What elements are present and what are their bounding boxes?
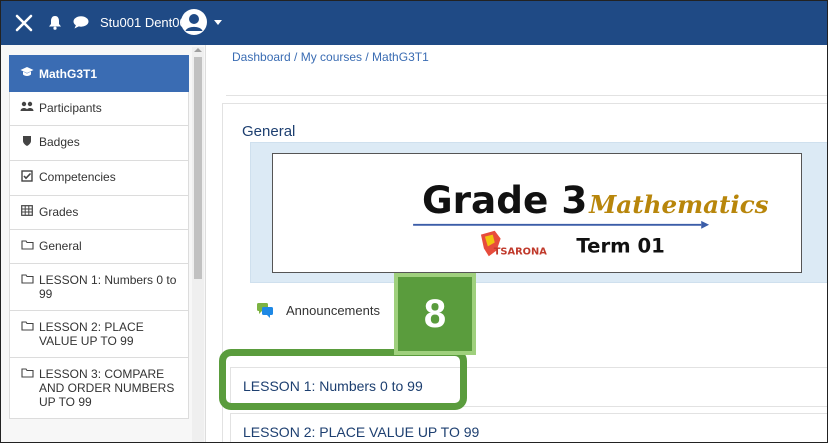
divider <box>226 95 827 96</box>
sidebar-nav: MathG3T1 Participants Badges Competencie… <box>9 55 189 419</box>
lesson-2-section[interactable]: LESSON 2: PLACE VALUE UP TO 99 <box>230 413 827 442</box>
screen: Stu001 Dent001 MathG3T1 Participants Bad… <box>0 0 828 443</box>
sidebar-item-label: LESSON 2: PLACE VALUE UP TO 99 <box>39 320 144 348</box>
sidebar-item-label: Grades <box>39 205 79 219</box>
sidebar-item-label: Participants <box>39 101 102 115</box>
bell-icon[interactable] <box>48 15 62 30</box>
announcements-label: Announcements <box>286 302 380 318</box>
sidebar-item-label: Competencies <box>39 170 116 184</box>
sidebar-item-label: LESSON 3: COMPARE AND ORDER NUMBERS UP T… <box>39 367 175 409</box>
caret-down-icon[interactable] <box>214 20 222 25</box>
section-title: General <box>242 123 296 140</box>
step-number: 8 <box>423 291 447 336</box>
sidebar-item-lesson-2[interactable]: LESSON 2: PLACE VALUE UP TO 99 <box>9 311 189 358</box>
announcements-link[interactable]: Announcements <box>256 301 380 319</box>
table-icon <box>20 205 34 220</box>
breadcrumb[interactable]: Dashboard / My courses / MathG3T1 <box>232 50 429 64</box>
sidebar-item-label: Badges <box>39 135 80 149</box>
folder-icon <box>20 239 34 254</box>
folder-icon <box>20 367 34 382</box>
lesson-title[interactable]: LESSON 2: PLACE VALUE UP TO 99 <box>243 424 479 440</box>
sidebar-item-lesson-1[interactable]: LESSON 1: Numbers 0 to 99 <box>9 264 189 311</box>
logo-text: TSARONA <box>494 246 548 257</box>
sidebar-item-grades[interactable]: Grades <box>9 196 189 230</box>
tsarona-logo: TSARONA <box>480 230 548 257</box>
tutorial-highlight <box>219 349 467 410</box>
chat-icon[interactable] <box>73 16 89 29</box>
sidebar-item-general[interactable]: General <box>9 230 189 264</box>
scroll-up-arrow-icon[interactable] <box>194 48 202 52</box>
folder-icon <box>20 273 34 288</box>
checkbox-icon <box>20 170 34 186</box>
banner-subject: Mathematics <box>588 190 769 219</box>
top-navbar: Stu001 Dent001 <box>1 1 827 45</box>
course-banner: Grade 3 Mathematics TSARONA Term 01 <box>250 142 827 283</box>
graduation-cap-icon <box>20 66 34 82</box>
banner-image: Grade 3 Mathematics TSARONA Term 01 <box>272 153 802 273</box>
scrollbar-thumb[interactable] <box>194 57 202 279</box>
banner-term: Term 01 <box>576 234 665 257</box>
avatar-icon[interactable] <box>181 9 207 35</box>
sidebar-item-lesson-3[interactable]: LESSON 3: COMPARE AND ORDER NUMBERS UP T… <box>9 358 189 419</box>
shield-icon <box>20 135 34 151</box>
sidebar-scrollbar[interactable] <box>192 47 204 442</box>
course-sidebar: MathG3T1 Participants Badges Competencie… <box>1 45 206 442</box>
sidebar-item-label: LESSON 1: Numbers 0 to 99 <box>39 273 177 301</box>
step-number-badge: 8 <box>394 273 476 355</box>
sidebar-item-label: General <box>39 239 82 253</box>
folder-icon <box>20 320 34 335</box>
forum-icon <box>256 301 274 319</box>
sidebar-item-badges[interactable]: Badges <box>9 126 189 161</box>
banner-grade-title: Grade 3 <box>422 178 587 222</box>
close-icon[interactable] <box>14 13 34 33</box>
sidebar-item-participants[interactable]: Participants <box>9 92 189 126</box>
user-name[interactable]: Stu001 Dent001 <box>100 15 194 30</box>
users-icon <box>20 101 34 116</box>
sidebar-item-label: MathG3T1 <box>39 66 98 81</box>
sidebar-item-competencies[interactable]: Competencies <box>9 161 189 196</box>
sidebar-item-course[interactable]: MathG3T1 <box>9 55 189 92</box>
